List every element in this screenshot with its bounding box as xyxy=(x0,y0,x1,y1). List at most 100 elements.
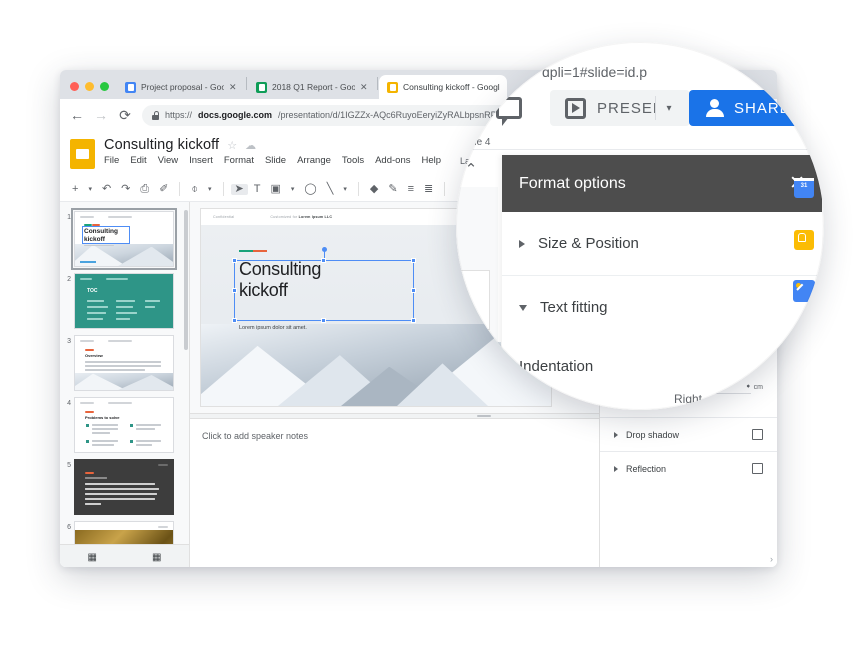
menu-edit[interactable]: Edit xyxy=(130,155,146,166)
border-weight-icon[interactable]: ≡ xyxy=(404,183,418,195)
new-slide-caret-icon[interactable]: ▾ xyxy=(84,186,96,193)
slide-thumbnail[interactable]: TOC xyxy=(74,273,174,329)
resize-handle-e[interactable] xyxy=(411,287,416,293)
list-item[interactable]: 2 TOC xyxy=(60,270,189,332)
zoom-caret-icon[interactable]: ▾ xyxy=(204,186,216,193)
drop-shadow-row[interactable]: Drop shadow xyxy=(600,417,777,451)
drop-shadow-checkbox[interactable] xyxy=(752,429,763,440)
slide-thumbnail[interactable] xyxy=(456,270,490,330)
line-icon[interactable]: ╲ xyxy=(323,183,338,195)
menu-addons[interactable]: Add-ons xyxy=(375,155,410,166)
slide-header-client: Lorem Ipsum LLC xyxy=(298,215,333,219)
google-tasks-icon[interactable] xyxy=(793,280,815,302)
close-window-button[interactable] xyxy=(70,82,79,91)
menu-format[interactable]: Format xyxy=(224,155,254,166)
comment-icon[interactable] xyxy=(496,97,522,126)
google-calendar-icon[interactable]: 31 xyxy=(794,178,814,198)
slides-file-icon xyxy=(70,139,95,169)
resize-handle-ne[interactable] xyxy=(411,258,416,263)
filmstrip-view-icon[interactable]: ▦ xyxy=(88,552,97,563)
slide-subtitle-text[interactable]: Lorem ipsum dolor sit amet. xyxy=(239,325,307,331)
paint-format-icon[interactable]: ✐ xyxy=(155,183,172,195)
format-options-panel[interactable]: Format options ✕ Size & Position Text fi… xyxy=(502,155,822,410)
resize-handle-n[interactable] xyxy=(321,258,326,263)
last-edit-status[interactable]: Last edit was made 4 xyxy=(456,137,491,148)
resize-handle-w[interactable] xyxy=(232,287,237,293)
new-slide-button[interactable]: + xyxy=(68,183,82,195)
window-traffic-lights[interactable] xyxy=(68,82,117,99)
list-item[interactable]: 1 Consulting kickoff xyxy=(60,208,189,270)
list-item[interactable]: 3 Overview xyxy=(60,332,189,394)
text-box-icon[interactable]: T xyxy=(250,183,265,195)
menu-arrange[interactable]: Arrange xyxy=(297,155,331,166)
browser-tab-1[interactable]: 2018 Q1 Report - Google Shee ✕ xyxy=(248,75,376,99)
close-tab-icon[interactable]: ✕ xyxy=(360,82,369,92)
slide-thumbnail[interactable]: Overview xyxy=(74,335,174,391)
collapse-toolbar-button[interactable]: ⌃ xyxy=(456,150,496,187)
menu-view[interactable]: View xyxy=(158,155,178,166)
present-options-caret[interactable]: ▾ xyxy=(655,90,683,126)
menu-insert[interactable]: Insert xyxy=(189,155,213,166)
slide-header-left: Confidential xyxy=(213,215,235,219)
insert-image-icon[interactable]: ▣ xyxy=(267,183,285,195)
selection-box[interactable] xyxy=(232,247,416,323)
indent-right-label: Right xyxy=(674,392,703,406)
expand-panel-icon[interactable]: › xyxy=(770,554,773,564)
chevron-right-icon xyxy=(614,431,618,438)
page-title[interactable]: Consulting kickoff xyxy=(104,137,219,153)
speaker-notes-placeholder[interactable]: Click to add speaker notes xyxy=(202,431,308,441)
section-size-position[interactable]: Size & Position xyxy=(502,212,822,276)
toolbar-divider xyxy=(357,182,359,196)
list-item[interactable]: 4 Problems to solve xyxy=(60,394,189,456)
reflection-checkbox[interactable] xyxy=(752,463,763,474)
menu-slide[interactable]: Slide xyxy=(265,155,286,166)
shape-icon[interactable]: ◯ xyxy=(300,183,320,195)
reload-button-icon[interactable]: ⟳ xyxy=(118,108,132,122)
slide-header-right: Customized for Lorem Ipsum LLC xyxy=(270,215,333,219)
fill-color-icon[interactable]: ◆ xyxy=(366,183,382,195)
indent-right-group: Right 0 ▲▼ cm xyxy=(674,392,805,410)
menu-tools[interactable]: Tools xyxy=(342,155,364,166)
redo-icon[interactable]: ↷ xyxy=(117,183,134,195)
tab-divider xyxy=(246,76,247,90)
forward-button-icon[interactable]: → xyxy=(94,108,108,122)
list-item[interactable]: 5 xyxy=(60,456,189,518)
resize-handle-sw[interactable] xyxy=(232,318,237,323)
slide-filmstrip[interactable]: 1 Consulting kickoff 2 TOC 3 Overview 4 … xyxy=(60,202,190,567)
slide-thumbnail[interactable]: Consulting kickoff xyxy=(71,208,177,270)
resize-handle-se[interactable] xyxy=(411,318,416,323)
resize-handle-s[interactable] xyxy=(321,318,326,323)
border-dash-icon[interactable]: ≣ xyxy=(420,183,437,195)
tab-title: 2018 Q1 Report - Google Shee xyxy=(272,82,355,92)
slides-icon xyxy=(387,81,398,93)
image-caret-icon[interactable]: ▾ xyxy=(287,186,299,193)
star-icon[interactable]: ☆ xyxy=(227,139,237,152)
select-cursor-icon[interactable]: ➤ xyxy=(230,183,248,195)
menu-file[interactable]: File xyxy=(104,155,119,166)
rotation-handle[interactable] xyxy=(321,247,327,252)
section-text-fitting[interactable]: Text fitting xyxy=(502,276,822,339)
browser-tab-0[interactable]: Project proposal - Google Doc ✕ xyxy=(117,75,245,99)
zoom-icon[interactable]: ⌽ xyxy=(187,183,202,195)
slide-thumbnail[interactable]: Problems to solve xyxy=(74,397,174,453)
minimize-window-button[interactable] xyxy=(85,82,94,91)
slide-thumbnail[interactable] xyxy=(74,459,174,515)
print-icon[interactable]: ⎙ xyxy=(136,183,153,195)
indent-left-label: Left xyxy=(519,392,540,406)
line-caret-icon[interactable]: ▾ xyxy=(339,186,351,193)
slide-accent-rules xyxy=(239,250,267,252)
maximize-window-button[interactable] xyxy=(100,82,109,91)
resize-handle-nw[interactable] xyxy=(232,258,237,263)
drive-move-icon[interactable]: ☁ xyxy=(245,139,256,152)
menu-help[interactable]: Help xyxy=(421,155,441,166)
border-color-icon[interactable]: ✎ xyxy=(384,183,401,195)
filmstrip-scrollbar[interactable] xyxy=(184,210,188,350)
undo-icon[interactable]: ↶ xyxy=(98,183,115,195)
chevron-right-icon xyxy=(614,465,618,472)
google-keep-icon[interactable] xyxy=(794,230,814,250)
close-tab-icon[interactable]: ✕ xyxy=(229,82,238,92)
reflection-row[interactable]: Reflection xyxy=(600,451,777,485)
back-button-icon[interactable]: ← xyxy=(70,108,84,122)
grid-view-icon[interactable]: ▦ xyxy=(152,552,161,563)
share-button[interactable]: SHARE xyxy=(689,90,808,126)
